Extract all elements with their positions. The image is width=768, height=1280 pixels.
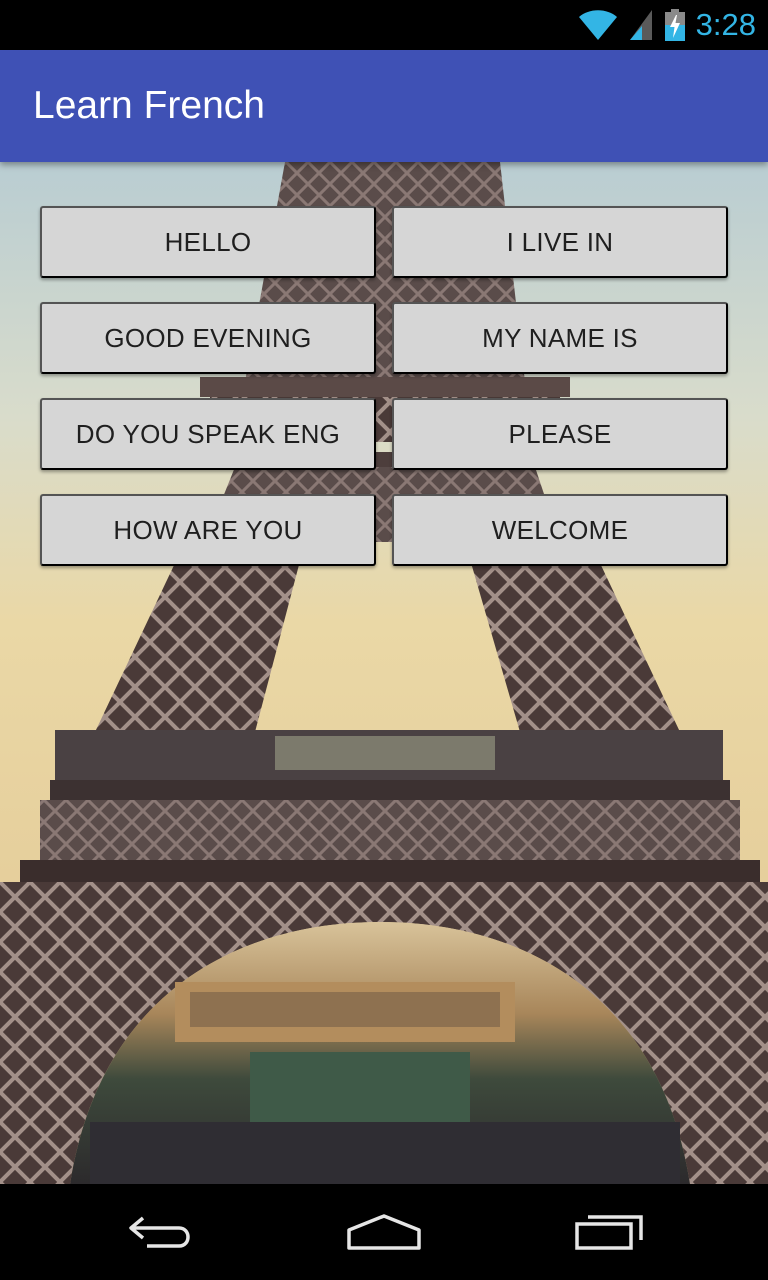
recents-icon [575,1215,643,1250]
phrase-button-how-are-you[interactable]: HOW ARE YOU [40,494,376,566]
app-title: Learn French [33,84,265,127]
cell-signal-icon [629,10,652,40]
battery-charging-icon [664,9,685,41]
home-icon [347,1214,421,1250]
wifi-icon [578,10,617,40]
phrase-button-good-evening[interactable]: GOOD EVENING [40,302,376,374]
status-icons: 3:28 [578,6,756,44]
recents-button[interactable] [550,1184,670,1280]
content-area: HELLO I LIVE IN GOOD EVENING MY NAME IS … [0,162,768,1184]
home-button[interactable] [324,1184,444,1280]
back-icon [129,1216,190,1248]
phrase-button-hello[interactable]: HELLO [40,206,376,278]
back-button[interactable] [100,1184,220,1280]
phrase-button-i-live-in[interactable]: I LIVE IN [392,206,728,278]
app-bar: Learn French [0,50,768,162]
status-bar: 3:28 [0,0,768,50]
phrase-button-please[interactable]: PLEASE [392,398,728,470]
status-clock: 3:28 [695,7,756,42]
phrase-button-my-name-is[interactable]: MY NAME IS [392,302,728,374]
phrase-button-do-you-speak-english[interactable]: DO YOU SPEAK ENG [40,398,376,470]
navigation-bar [0,1184,768,1280]
phrase-button-welcome[interactable]: WELCOME [392,494,728,566]
